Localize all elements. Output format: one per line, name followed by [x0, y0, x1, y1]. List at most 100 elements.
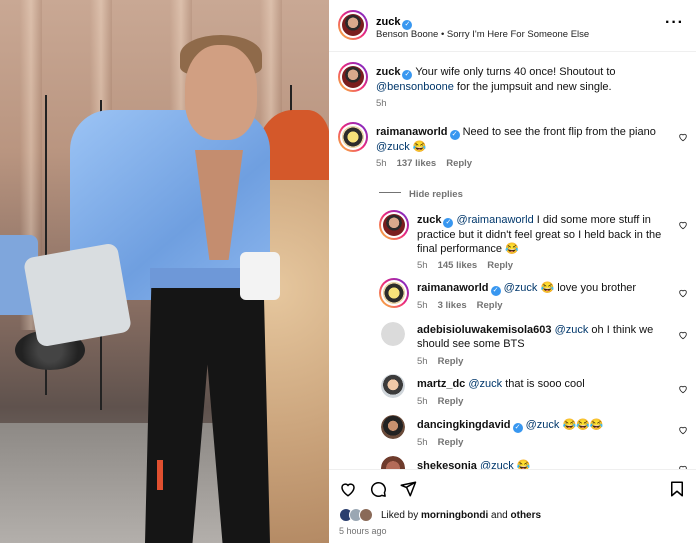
- comment-body-end: love you brother: [554, 282, 637, 294]
- comments-list[interactable]: zuck ✓ Your wife only turns 40 once! Shou…: [329, 52, 696, 470]
- comment-username[interactable]: raimanaworld: [376, 126, 448, 138]
- post-header: zuck ✓ Benson Boone • Sorry I'm Here For …: [329, 0, 696, 52]
- reply-button[interactable]: Reply: [477, 300, 503, 311]
- liked-by-text: Liked by morningbondi and others: [381, 510, 541, 521]
- comment-bubble-icon[interactable]: [369, 480, 387, 498]
- mention-link[interactable]: @zuck: [526, 419, 560, 431]
- caption-body-end: for the jumpsuit and new single.: [453, 81, 612, 93]
- comment-meta: 5h Reply: [417, 437, 463, 448]
- comment-time: 5h: [417, 356, 428, 367]
- more-horizontal-icon[interactable]: ···: [665, 14, 684, 32]
- liked-by-others[interactable]: others: [511, 510, 542, 521]
- comment-meta: 5h Reply: [417, 356, 463, 367]
- comment-username[interactable]: shekesonia: [417, 460, 477, 469]
- likes-count[interactable]: 145 likes: [438, 260, 478, 271]
- heart-icon[interactable]: [678, 384, 688, 394]
- comment-text: raimanaworld ✓ Need to see the front flip…: [376, 125, 666, 154]
- reply-button[interactable]: Reply: [438, 437, 464, 448]
- reply-button[interactable]: Reply: [487, 260, 513, 271]
- comment-username[interactable]: adebisioluwakemisola603: [417, 324, 552, 336]
- comment-text: shekesonia @zuck 😂: [417, 459, 667, 470]
- hide-replies-toggle[interactable]: Hide replies: [379, 184, 579, 202]
- like-heart-icon[interactable]: [339, 480, 357, 498]
- avatar[interactable]: [381, 374, 405, 398]
- comment-text: dancingkingdavid ✓ @zuck 😂😂😂: [417, 418, 667, 433]
- verified-icon: ✓: [402, 70, 413, 80]
- reply-button[interactable]: Reply: [438, 396, 464, 407]
- emoji: 😂😂😂: [562, 419, 604, 431]
- caption-time: 5h: [376, 98, 387, 109]
- heart-icon[interactable]: [678, 288, 688, 298]
- comment-time: 5h: [417, 396, 428, 407]
- divider-line: [379, 192, 401, 194]
- caption-username[interactable]: zuck: [376, 66, 400, 78]
- reply-button[interactable]: Reply: [438, 356, 464, 367]
- post-media[interactable]: [0, 0, 329, 543]
- singer-head: [185, 45, 257, 140]
- author-username[interactable]: zuck: [376, 16, 400, 28]
- emoji: 😂: [516, 460, 531, 470]
- mention-link[interactable]: @zuck: [504, 282, 538, 294]
- comment-body: that is sooo cool: [502, 378, 585, 390]
- liker-avatar: [359, 508, 373, 522]
- comment-meta: 5h 3 likes Reply: [417, 300, 503, 311]
- comment-time: 5h: [417, 437, 428, 448]
- liked-by-user[interactable]: morningbondi: [421, 510, 488, 521]
- comment-username[interactable]: dancingkingdavid: [417, 419, 511, 431]
- share-send-icon[interactable]: [399, 480, 417, 498]
- heart-icon[interactable]: [678, 132, 688, 142]
- comment-meta: 5h Reply: [417, 396, 463, 407]
- mention-link[interactable]: @zuck: [480, 460, 514, 469]
- emoji: 😂: [412, 141, 427, 153]
- heart-icon[interactable]: [678, 330, 688, 340]
- avatar[interactable]: [381, 322, 405, 346]
- comment-time: 5h: [376, 158, 387, 169]
- comment-text: raimanaworld ✓ @zuck 😂 love you brother: [417, 281, 667, 296]
- comment-text: zuck ✓ @raimanaworld I did some more stuf…: [417, 213, 667, 256]
- heart-icon[interactable]: [678, 220, 688, 230]
- comment-meta: 5h 145 likes Reply: [417, 260, 513, 271]
- comment-username[interactable]: zuck: [417, 214, 441, 226]
- caption-body: Your wife only turns 40 once! Shoutout t…: [415, 66, 616, 78]
- avatar[interactable]: [381, 415, 405, 439]
- comment-username[interactable]: raimanaworld: [417, 282, 489, 294]
- towel: [240, 252, 280, 300]
- likes-count[interactable]: 137 likes: [397, 158, 437, 169]
- avatar[interactable]: [379, 278, 409, 308]
- comment-meta: 5h 137 likes Reply: [376, 158, 472, 169]
- comment-username[interactable]: martz_dc: [417, 378, 465, 390]
- towel: [22, 242, 133, 348]
- comment-text: adebisioluwakemisola603 @zuck oh I think…: [417, 323, 672, 351]
- avatar[interactable]: [338, 122, 368, 152]
- post-panel: zuck ✓ Benson Boone • Sorry I'm Here For …: [329, 0, 696, 543]
- liked-by-and: and: [488, 510, 511, 521]
- mention-link[interactable]: @zuck: [555, 324, 589, 336]
- audio-track-link[interactable]: Benson Boone • Sorry I'm Here For Someon…: [376, 29, 589, 40]
- comment-time: 5h: [417, 300, 428, 311]
- verified-icon: ✓: [449, 130, 460, 140]
- verified-icon: ✓: [443, 218, 454, 228]
- avatar[interactable]: [381, 456, 405, 469]
- bookmark-icon[interactable]: [668, 480, 686, 498]
- red-object: [157, 460, 163, 490]
- mention-link[interactable]: @raimanaworld: [457, 214, 534, 226]
- mention-link[interactable]: @zuck: [468, 378, 502, 390]
- mention-link[interactable]: @zuck: [376, 141, 410, 153]
- likes-count[interactable]: 3 likes: [438, 300, 467, 311]
- comment-text: martz_dc @zuck that is sooo cool: [417, 377, 667, 391]
- avatar[interactable]: [379, 210, 409, 240]
- avatar[interactable]: [338, 62, 368, 92]
- verified-icon: ✓: [512, 423, 523, 433]
- comment-body: Need to see the front flip from the pian…: [462, 126, 656, 138]
- emoji: 😂: [540, 282, 555, 294]
- author-avatar[interactable]: [338, 10, 368, 40]
- hide-replies-label: Hide replies: [409, 189, 463, 200]
- post-timestamp: 5 hours ago: [339, 526, 387, 536]
- mention-link[interactable]: @bensonboone: [376, 81, 454, 93]
- reply-button[interactable]: Reply: [446, 158, 472, 169]
- heart-icon[interactable]: [678, 425, 688, 435]
- author-line: zuck ✓: [376, 12, 413, 30]
- liked-by-prefix: Liked by: [381, 510, 422, 521]
- emoji: 😂: [505, 243, 519, 255]
- comment-time: 5h: [417, 260, 428, 271]
